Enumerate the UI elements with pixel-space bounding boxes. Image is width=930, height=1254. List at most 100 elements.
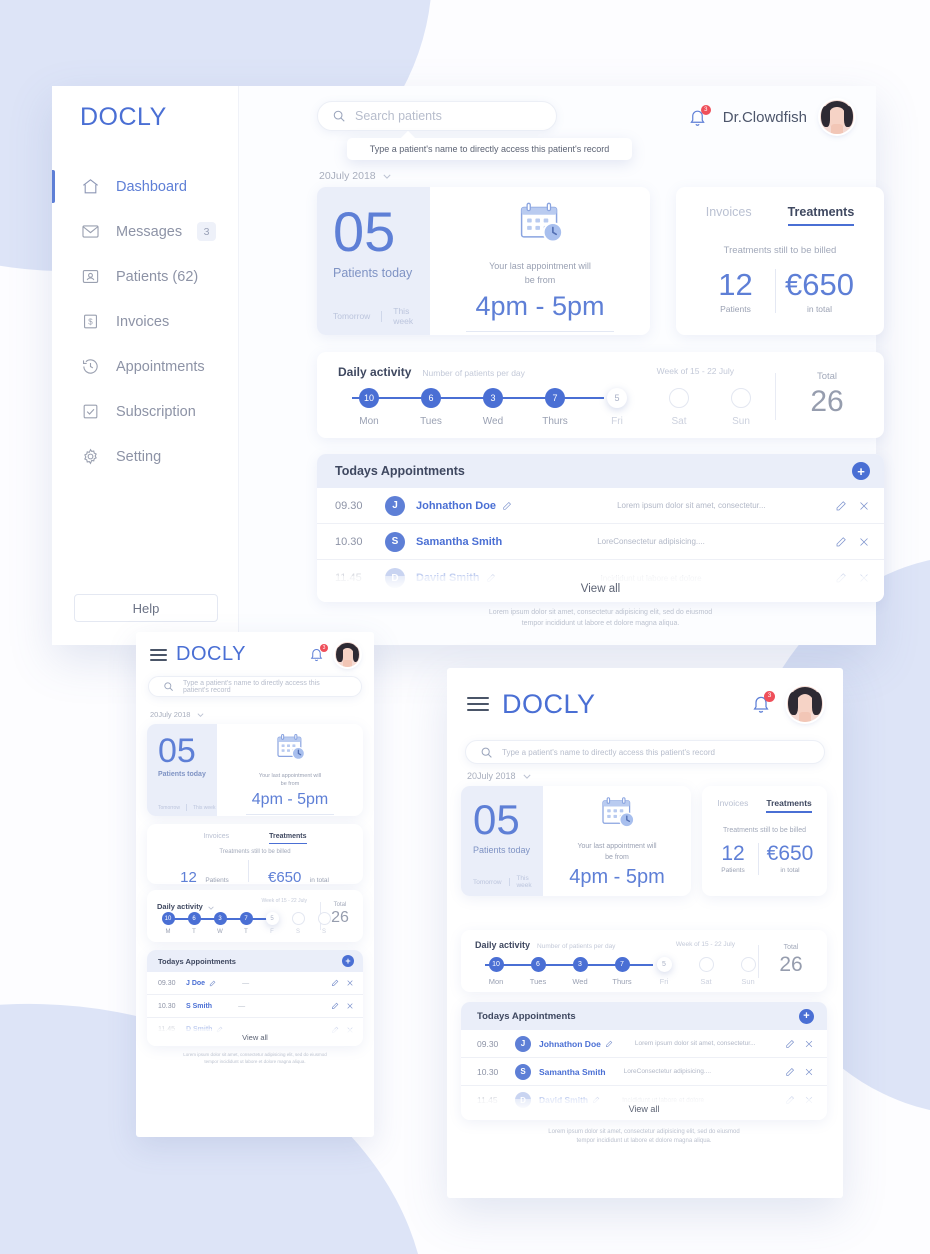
activity-point-thurs[interactable]: 7 Thurs bbox=[524, 388, 586, 427]
pencil-icon[interactable] bbox=[502, 501, 512, 511]
search-input[interactable]: Type a patient's name to directly access… bbox=[502, 748, 715, 757]
activity-point-wed[interactable]: 3 W bbox=[207, 912, 233, 935]
link-this-week[interactable]: This week bbox=[393, 306, 430, 326]
table-row[interactable]: 09.30 J Johnathon Doe Lorem ipsum dolor … bbox=[317, 488, 884, 524]
activity-point-mon[interactable]: 10 Mon bbox=[338, 388, 400, 427]
activity-point-wed[interactable]: 3 Wed bbox=[462, 388, 524, 427]
activity-point-thurs[interactable]: 7 Thurs bbox=[601, 957, 643, 986]
activity-dot: 10 bbox=[488, 957, 504, 972]
pencil-icon[interactable] bbox=[331, 979, 339, 987]
sidebar-item-setting[interactable]: Setting bbox=[52, 434, 238, 479]
patient-name[interactable]: Samantha Smith bbox=[539, 1067, 606, 1077]
app-logo[interactable]: DOCLY bbox=[80, 103, 167, 132]
pencil-icon[interactable] bbox=[605, 1040, 613, 1048]
sidebar-item-invoices[interactable]: $ Invoices bbox=[52, 299, 238, 344]
avatar[interactable] bbox=[820, 100, 854, 134]
activity-point-fri[interactable]: 5 Fri bbox=[586, 388, 648, 427]
activity-point-fri[interactable]: 5 F bbox=[259, 912, 285, 935]
activity-point-mon[interactable]: 10 Mon bbox=[475, 957, 517, 986]
treatments-amount-figure: €650 in total bbox=[249, 869, 349, 887]
time-underline bbox=[466, 331, 614, 332]
search-input[interactable]: Type a patient's name to directly access… bbox=[183, 680, 347, 694]
tab-invoices[interactable]: Invoices bbox=[706, 205, 752, 219]
pencil-icon[interactable] bbox=[835, 536, 847, 548]
patient-name[interactable]: Johnathon Doe bbox=[539, 1039, 601, 1049]
close-icon[interactable] bbox=[858, 536, 870, 548]
patient-name[interactable]: Johnathon Doe bbox=[416, 500, 496, 512]
patient-name[interactable]: J Doe bbox=[186, 980, 205, 987]
date-picker[interactable]: 20July 2018 bbox=[319, 170, 391, 182]
activity-point-sat[interactable]: S bbox=[285, 912, 311, 935]
notifications-button[interactable]: 3 bbox=[688, 104, 711, 127]
tab-treatments[interactable]: Treatments bbox=[787, 205, 855, 226]
tab-treatments[interactable]: Treatments bbox=[269, 833, 307, 844]
app-logo[interactable]: DOCLY bbox=[502, 689, 596, 720]
search-bar[interactable]: Type a patient's name to directly access… bbox=[465, 740, 825, 764]
activity-point-wed[interactable]: 3 Wed bbox=[559, 957, 601, 986]
sidebar-item-subscription[interactable]: Subscription bbox=[52, 389, 238, 434]
hamburger-menu-icon[interactable] bbox=[467, 696, 489, 712]
link-this-week[interactable]: This week bbox=[193, 805, 216, 811]
tab-invoices[interactable]: Invoices bbox=[203, 833, 229, 840]
sidebar-item-messages[interactable]: Messages 3 bbox=[52, 209, 238, 254]
sidebar-item-label: Messages bbox=[116, 223, 183, 240]
patient-name[interactable]: Samantha Smith bbox=[416, 536, 502, 548]
close-icon[interactable] bbox=[346, 979, 354, 987]
pencil-icon[interactable] bbox=[785, 1039, 795, 1049]
sidebar: DOCLY Dashboard Messages 3 Patients (62)… bbox=[52, 86, 239, 645]
pencil-icon[interactable] bbox=[785, 1067, 795, 1077]
activity-point-thurs[interactable]: 7 T bbox=[233, 912, 259, 935]
activity-point-mon[interactable]: 10 M bbox=[155, 912, 181, 935]
notifications-button[interactable]: 3 bbox=[751, 691, 775, 714]
link-tomorrow[interactable]: Tomorrow bbox=[158, 805, 180, 811]
sidebar-item-patients[interactable]: Patients (62) bbox=[52, 254, 238, 299]
app-logo[interactable]: DOCLY bbox=[176, 643, 246, 666]
activity-point-sat[interactable]: Sat bbox=[685, 957, 727, 986]
activity-point-tues[interactable]: 6 T bbox=[181, 912, 207, 935]
notifications-button[interactable]: 3 bbox=[309, 644, 328, 662]
activity-point-tues[interactable]: 6 Tues bbox=[517, 957, 559, 986]
view-all-button[interactable]: View all bbox=[147, 1029, 363, 1046]
activity-point-fri[interactable]: 5 Fri bbox=[643, 957, 685, 986]
sidebar-item-appointments[interactable]: Appointments bbox=[52, 344, 238, 389]
pencil-icon[interactable] bbox=[835, 500, 847, 512]
link-tomorrow[interactable]: Tomorrow bbox=[333, 311, 370, 321]
view-all-button[interactable]: View all bbox=[317, 576, 884, 602]
sidebar-item-dashboard[interactable]: Dashboard bbox=[52, 164, 238, 209]
list-item[interactable]: 09.30 J Johnathon Doe Lorem ipsum dolor … bbox=[461, 1030, 827, 1058]
patient-name[interactable]: S Smith bbox=[186, 1003, 212, 1010]
tab-treatments[interactable]: Treatments bbox=[766, 798, 812, 813]
search-input[interactable]: Search patients bbox=[355, 109, 442, 123]
tab-invoices[interactable]: Invoices bbox=[717, 798, 748, 808]
appointments-title: Todays Appointments bbox=[477, 1010, 576, 1022]
close-icon[interactable] bbox=[858, 500, 870, 512]
list-item[interactable]: 10.30 S Samantha Smith LoreConsectetur a… bbox=[461, 1058, 827, 1086]
date-picker[interactable]: 20July 2018 bbox=[467, 771, 531, 781]
close-icon[interactable] bbox=[804, 1067, 814, 1077]
activity-point-sun[interactable]: Sun bbox=[710, 388, 772, 427]
link-this-week[interactable]: This week bbox=[516, 875, 543, 889]
search-bar[interactable]: Search patients bbox=[317, 101, 557, 131]
activity-point-sat[interactable]: Sat bbox=[648, 388, 710, 427]
table-row[interactable]: 10.30 S Samantha Smith LoreConsectetur a… bbox=[317, 524, 884, 560]
treatments-amount-value: €650 bbox=[268, 869, 302, 886]
activity-point-tues[interactable]: 6 Tues bbox=[400, 388, 462, 427]
plus-circle-icon[interactable]: + bbox=[852, 462, 870, 480]
close-icon[interactable] bbox=[804, 1039, 814, 1049]
close-icon[interactable] bbox=[346, 1002, 354, 1010]
pencil-icon[interactable] bbox=[209, 980, 216, 987]
link-tomorrow[interactable]: Tomorrow bbox=[473, 879, 502, 886]
plus-circle-icon[interactable]: + bbox=[342, 955, 354, 967]
search-bar[interactable]: Type a patient's name to directly access… bbox=[148, 676, 362, 697]
list-item[interactable]: 10.30 S Smith — bbox=[147, 995, 363, 1018]
list-item[interactable]: 09.30 J Doe — bbox=[147, 972, 363, 995]
view-all-button[interactable]: View all bbox=[461, 1099, 827, 1120]
plus-circle-icon[interactable]: + bbox=[799, 1008, 814, 1024]
tablet-app-window: DOCLY 3 Type a patient's name to directl… bbox=[136, 632, 374, 1137]
hamburger-menu-icon[interactable] bbox=[150, 648, 167, 661]
avatar[interactable] bbox=[787, 686, 823, 722]
pencil-icon[interactable] bbox=[331, 1002, 339, 1010]
avatar[interactable] bbox=[335, 642, 360, 667]
date-picker[interactable]: 20July 2018 bbox=[150, 710, 204, 719]
help-button[interactable]: Help bbox=[74, 594, 218, 622]
